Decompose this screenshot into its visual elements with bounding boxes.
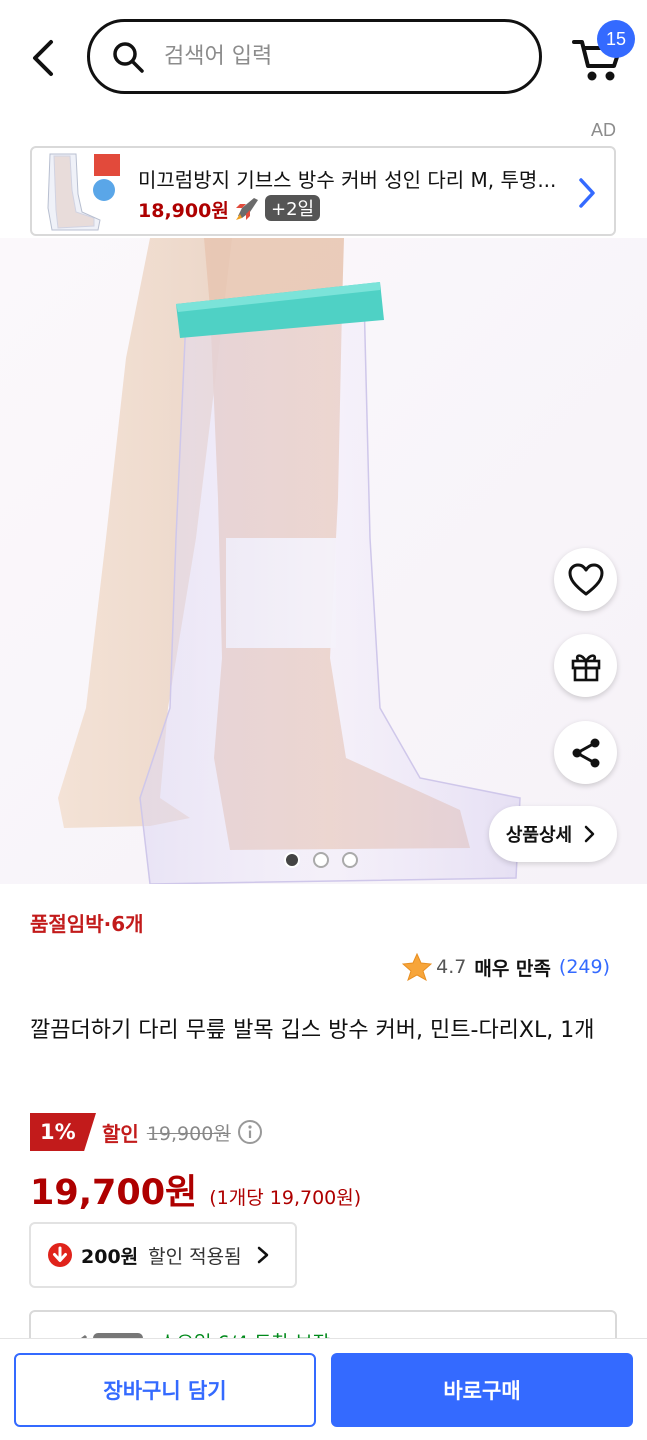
product-page: 15 AD 미끄럼방지 기브스 방수 커버 성인 다리 M, 투명... 18,…	[0, 0, 647, 1440]
unit-price: (1개당 19,700원)	[209, 1187, 362, 1209]
gift-button[interactable]	[554, 634, 617, 697]
bottom-action-bar: 장바구니 담기 바로구매	[0, 1338, 647, 1440]
chevron-right-icon	[579, 178, 595, 208]
price-row: 19,700원 (1개당 19,700원)	[30, 1164, 361, 1215]
delivery-badge: +2일	[265, 195, 321, 221]
review-count-link[interactable]: (249)	[559, 956, 610, 978]
discount-rate-badge: 1%	[30, 1113, 96, 1151]
share-icon	[572, 738, 599, 767]
rating-score: 4.7	[436, 956, 467, 978]
ad-title: 미끄럼방지 기브스 방수 커버 성인 다리 M, 투명...	[138, 168, 557, 192]
cart-count-badge: 15	[597, 20, 635, 58]
rating[interactable]: 4.7 매우 만족 (249)	[402, 953, 610, 981]
ad-banner[interactable]: 미끄럼방지 기브스 방수 커버 성인 다리 M, 투명... 18,900원 +…	[30, 146, 616, 236]
search-icon	[110, 39, 146, 75]
product-detail-label: 상품상세	[505, 825, 573, 846]
chevron-right-icon	[584, 825, 595, 843]
rating-text: 매우 만족	[474, 957, 551, 980]
pagination-dot[interactable]	[313, 852, 329, 868]
product-image[interactable]	[0, 238, 647, 884]
search-box[interactable]	[87, 19, 542, 94]
image-pagination	[284, 852, 358, 868]
coupon-text: 할인 적용됨	[148, 1245, 242, 1268]
coupon-amount: 200원	[81, 1245, 139, 1268]
back-arrow-icon	[33, 40, 53, 76]
ad-price: 18,900원	[138, 200, 229, 222]
product-title: 깔끔더하기 다리 무릎 발목 깁스 방수 커버, 민트-다리XL, 1개	[30, 1018, 595, 1043]
product-detail-button[interactable]: 상품상세	[489, 806, 617, 862]
chevron-right-icon	[257, 1246, 268, 1264]
share-button[interactable]	[554, 721, 617, 784]
sale-price: 19,700원	[30, 1173, 198, 1213]
back-button[interactable]	[22, 36, 62, 80]
pagination-dot-active[interactable]	[284, 852, 300, 868]
discount-row: 1% 할인 19,900원	[30, 1112, 263, 1152]
original-price: 19,900원	[146, 1122, 231, 1145]
search-input[interactable]	[162, 43, 506, 70]
ad-thumbnail	[36, 150, 122, 232]
star-icon	[402, 953, 433, 981]
heart-icon	[568, 563, 603, 595]
gift-icon	[571, 653, 600, 681]
rocket-icon	[236, 198, 258, 220]
stock-notice: 품절임박·6개	[30, 912, 144, 936]
buy-now-button[interactable]: 바로구매	[331, 1353, 633, 1427]
ad-label: AD	[590, 120, 616, 140]
info-icon[interactable]	[237, 1119, 263, 1145]
discount-label: 할인	[102, 1121, 139, 1146]
add-to-cart-button[interactable]: 장바구니 담기	[14, 1353, 316, 1427]
down-arrow-circle-icon	[48, 1243, 72, 1267]
wishlist-button[interactable]	[554, 548, 617, 611]
coupon-discount-button[interactable]: 200원 할인 적용됨	[29, 1222, 297, 1288]
pagination-dot[interactable]	[342, 852, 358, 868]
header: 15	[0, 0, 647, 118]
